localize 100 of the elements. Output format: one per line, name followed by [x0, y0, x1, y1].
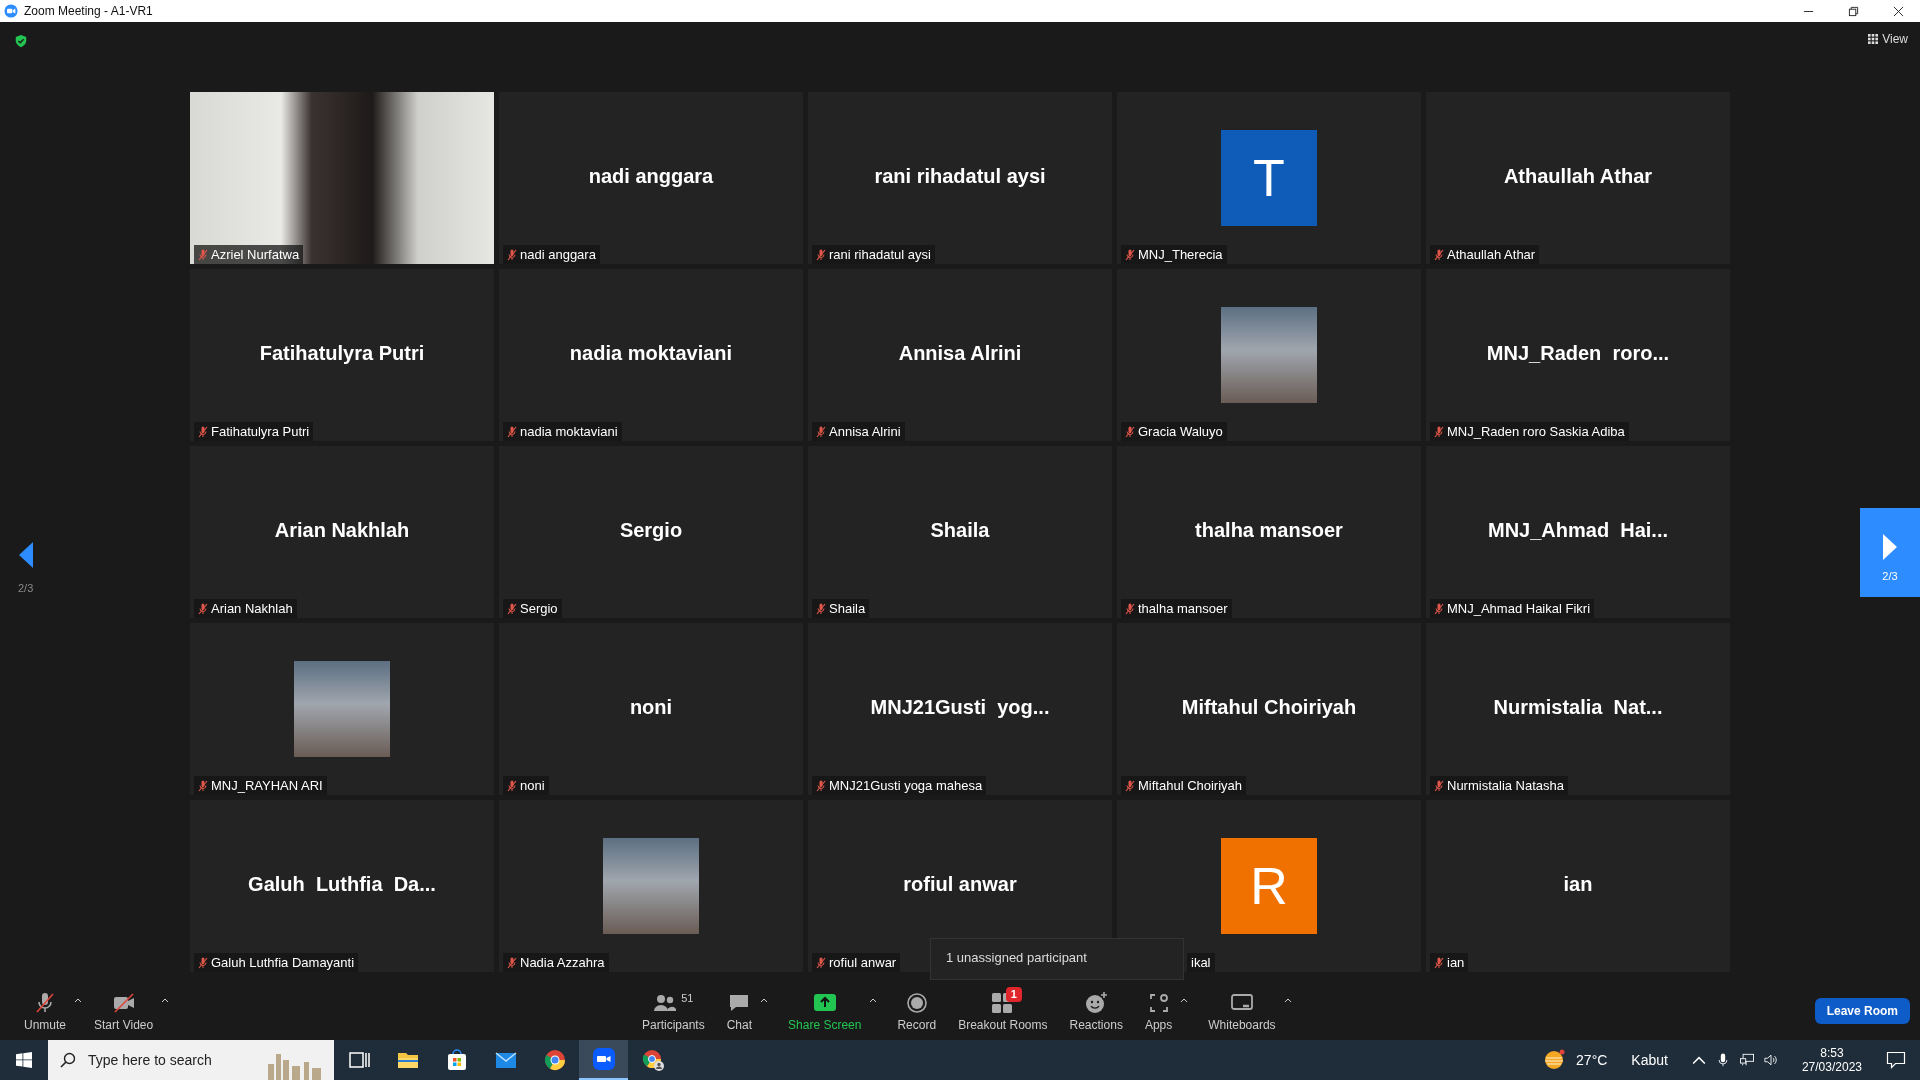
participant-name: rofiul anwar — [903, 872, 1017, 896]
participant-name: Athaullah Athar — [1447, 247, 1536, 262]
participant-name: Sergio — [520, 601, 558, 616]
participant-name: Nadia Azzahra — [520, 955, 605, 970]
search-box[interactable]: Type here to search — [48, 1040, 334, 1080]
participant-name: Arian Nakhlah — [211, 601, 293, 616]
participant-count: 51 — [681, 991, 694, 1004]
participant-name: Nurmistalia Natasha — [1447, 778, 1565, 793]
participant-name: noni — [629, 695, 673, 719]
participant-name: Annisa Alrini — [898, 341, 1022, 365]
button-label: Whiteboards — [1208, 1017, 1276, 1032]
record-icon — [904, 990, 929, 1015]
caret-icon[interactable] — [74, 996, 83, 1003]
participant-name: MNJ_Raden roro Saskia Adiba — [1447, 424, 1625, 439]
weather-condition: Kabut — [1631, 1052, 1668, 1068]
participant-name: Fatihatulyra Putri — [259, 341, 425, 365]
participant-name: thalha mansoer — [1195, 518, 1343, 542]
participant-name: rani rihadatul aysi — [829, 247, 931, 262]
participant-name: noni — [520, 778, 545, 793]
participant-name: nadi anggara — [520, 247, 596, 262]
participant-name: Galuh Luthfia Damayanti — [211, 955, 355, 970]
muted-microphone-icon — [33, 990, 57, 1015]
participant-name: Galuh Luthfia Da... — [248, 872, 436, 896]
search-icon — [60, 1052, 76, 1068]
toolbar-button[interactable]: 51 Participants — [640, 990, 707, 1032]
participant-name: rani rihadatul aysi — [874, 164, 1046, 188]
participant-name: Miftahul Choiriyah — [1138, 778, 1243, 793]
participant-name: Shaila — [930, 518, 990, 542]
next-arrow-icon — [1883, 533, 1897, 560]
grid-icon — [1868, 34, 1879, 44]
start-video-button[interactable]: Start Video — [92, 990, 156, 1032]
clock-date[interactable]: 27/03/2023 — [1801, 1060, 1862, 1074]
letter-avatar: R — [1221, 838, 1317, 934]
clock-time[interactable]: 8:53 — [1820, 1046, 1844, 1060]
toolbar-button[interactable]: Reactions — [1067, 990, 1125, 1032]
unmute-button[interactable]: Unmute — [22, 990, 69, 1032]
button-label: Apps — [1144, 1017, 1173, 1032]
participant-name: MNJ_Raden roro... — [1486, 341, 1670, 365]
tooltip: 1 unassigned participant — [930, 938, 1184, 980]
speaker-icon[interactable] — [1763, 1053, 1778, 1067]
page-indicator: 2/3 — [18, 582, 34, 594]
toolbar-button[interactable]: Share Screen — [786, 990, 864, 1032]
browser-profile-icon — [640, 1048, 665, 1072]
notification-badge: 1 — [1005, 986, 1022, 1002]
button-label: Chat — [726, 1017, 753, 1032]
caret-icon[interactable] — [1180, 996, 1189, 1003]
browser-icon — [542, 1048, 567, 1072]
participant-name: MNJ_Ahmad Hai... — [1487, 518, 1668, 542]
camera-off-icon — [111, 990, 136, 1015]
participant-name: Gracia Waluyo — [1138, 424, 1223, 439]
close-icon[interactable] — [1893, 5, 1904, 17]
notification-icon[interactable] — [1886, 1051, 1906, 1069]
participant-name: MNJ21Gusti yog... — [870, 695, 1050, 719]
window-title: Zoom Meeting - A1-VR1 — [24, 4, 153, 18]
participant-name: Sergio — [619, 518, 683, 542]
participant-name: nadia moktaviani — [569, 341, 733, 365]
network-icon[interactable] — [1739, 1053, 1754, 1067]
caret-icon[interactable] — [869, 996, 878, 1003]
participant-name: Arian Nakhlah — [274, 518, 410, 542]
participant-name: nadi anggara — [588, 164, 714, 188]
leave-room-button[interactable]: Leave Room — [1814, 998, 1910, 1024]
previous-page-arrow-icon[interactable] — [18, 542, 33, 568]
participant-name: Nurmistalia Nat... — [1493, 695, 1663, 719]
caret-icon[interactable] — [161, 996, 170, 1003]
participant-name: rofiul anwar — [829, 955, 897, 970]
weather-icon[interactable] — [1542, 1048, 1567, 1072]
smiley-icon — [1084, 990, 1109, 1015]
toolbar-button[interactable]: Apps — [1142, 990, 1175, 1032]
windows-start-icon[interactable] — [16, 1052, 32, 1068]
participant-name: MNJ_Ahmad Haikal Fikri — [1447, 601, 1591, 616]
search-field[interactable]: Type here to search — [86, 1051, 260, 1069]
button-label: Record — [897, 1017, 937, 1032]
participant-name: Athaullah Athar — [1503, 164, 1653, 188]
participant-name: Shaila — [829, 601, 866, 616]
shield-check-icon[interactable] — [14, 34, 28, 48]
participant-name: ian — [1563, 872, 1593, 896]
view-button[interactable]: View — [1868, 32, 1908, 46]
participant-name: Fatihatulyra Putri — [211, 424, 310, 439]
button-label: Participants — [642, 1017, 705, 1032]
participant-name: MNJ_RAYHAN ARI — [211, 778, 323, 793]
button-label: Reactions — [1069, 1017, 1123, 1032]
toolbar-button[interactable]: Chat — [724, 990, 755, 1032]
participant-name: MNJ_Therecia — [1138, 247, 1223, 262]
caret-icon[interactable] — [760, 996, 769, 1003]
button-label: Share Screen — [788, 1017, 862, 1032]
restore-icon[interactable] — [1848, 5, 1859, 17]
participant-name: Azriel Nurfatwa — [211, 247, 300, 262]
participant-name: MNJ21Gusti yoga mahesa — [829, 778, 983, 793]
participant-name: nadia moktaviani — [520, 424, 618, 439]
taskbar-app[interactable] — [579, 1040, 628, 1080]
video-camera-icon — [591, 1047, 616, 1071]
button-label: Breakout Rooms — [958, 1017, 1048, 1032]
participant-name: ian — [1447, 955, 1465, 970]
app-logo-icon — [4, 4, 18, 18]
temperature: 27°C — [1576, 1052, 1608, 1068]
toolbar-button[interactable]: Record — [895, 990, 939, 1032]
letter-avatar: T — [1221, 130, 1317, 226]
caret-icon[interactable] — [1283, 996, 1292, 1003]
toolbar-button[interactable]: Whiteboards — [1206, 990, 1278, 1032]
participant-name: ikal — [1191, 955, 1211, 970]
